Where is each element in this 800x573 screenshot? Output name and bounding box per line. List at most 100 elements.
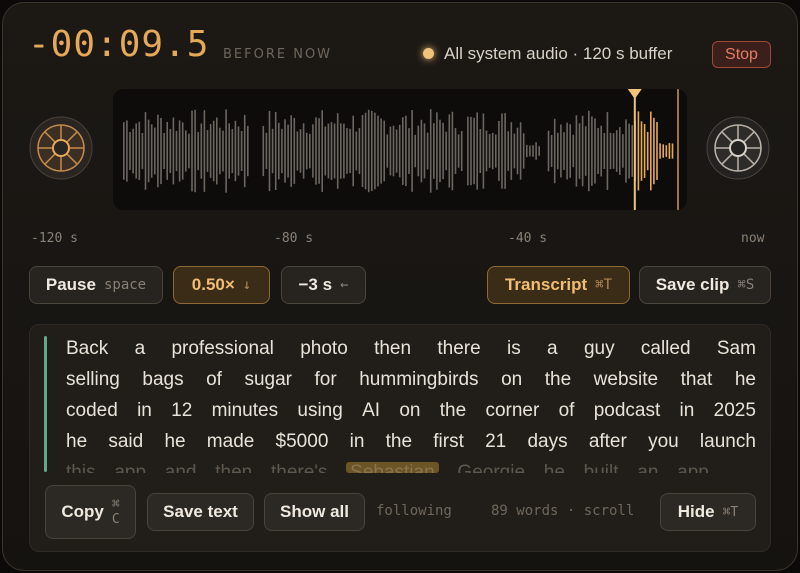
waveform-bar — [262, 125, 265, 177]
transcript-word: using — [297, 400, 343, 421]
transcript-word: this — [66, 462, 96, 473]
waveform-bar — [414, 134, 416, 168]
waveform-bar — [185, 130, 187, 172]
waveform-bar — [665, 145, 668, 157]
waveform-bar — [293, 118, 296, 184]
speed-button[interactable]: 0.50× ↓ — [173, 266, 270, 304]
waveform-bar — [135, 123, 137, 179]
transcript-word: a — [134, 338, 146, 359]
waveform-bar — [625, 119, 627, 183]
playhead[interactable] — [633, 97, 636, 210]
waveform-bar — [333, 123, 336, 179]
transcript-word: sugar — [244, 369, 293, 390]
jog-wheel-left-icon[interactable] — [29, 116, 93, 180]
hide-button[interactable]: Hide ⌘T — [660, 493, 756, 531]
transcript-line: selling bags of sugar for hummingbirds on the we… — [66, 369, 756, 391]
transcript-word: 12 — [171, 400, 193, 421]
pause-shortcut: space — [103, 277, 147, 293]
waveform-bar — [578, 123, 581, 179]
waveform-bar — [436, 112, 438, 190]
stop-button[interactable]: Stop — [712, 41, 771, 68]
transcript-word: $5000 — [275, 431, 329, 452]
waveform-bar — [302, 123, 305, 179]
waveform-bar — [491, 132, 494, 170]
speed-label: 0.50× — [191, 275, 235, 294]
show-all-button[interactable]: Show all — [264, 493, 365, 531]
waveform-bar — [237, 126, 240, 176]
waveform-bar — [178, 120, 181, 182]
waveform-bar — [615, 130, 618, 172]
waveform-bar — [361, 115, 364, 187]
transcript-word: in — [679, 400, 695, 421]
transcript-button[interactable]: Transcript ⌘T — [487, 266, 630, 304]
waveform-bar — [265, 132, 268, 169]
save-text-button[interactable]: Save text — [147, 493, 254, 531]
waveform-bar — [402, 117, 404, 185]
playhead-handle-icon[interactable] — [627, 89, 642, 99]
waveform-bar — [420, 119, 423, 183]
pause-button[interactable]: Pause space — [29, 266, 163, 304]
waveform-bar — [606, 112, 609, 190]
waveform-bar — [355, 131, 358, 171]
waveform-bar — [157, 114, 159, 188]
transcript-word: Sam — [716, 338, 756, 359]
waveform[interactable] — [113, 89, 687, 210]
transcript-word: built — [583, 462, 619, 473]
transcript-word: AI — [362, 400, 381, 421]
waveform-bar — [181, 122, 184, 180]
waveform-bar — [278, 122, 280, 180]
transcript-word: selling — [66, 369, 120, 390]
copy-button[interactable]: Copy ⌘ C — [45, 485, 136, 539]
transcript-word: the — [385, 431, 413, 452]
waveform-bar — [240, 131, 243, 171]
hide-label: Hide — [677, 502, 715, 521]
transcript-word: 21 — [485, 431, 507, 452]
waveform-bar — [532, 145, 534, 157]
arrow-left-icon: ← — [340, 277, 349, 293]
jog-wheel-right-icon[interactable] — [706, 116, 770, 180]
waveform-bar — [479, 129, 482, 173]
waveform-bar — [600, 125, 602, 177]
arrow-down-icon: ↓ — [242, 277, 252, 293]
transcript-word: made — [206, 431, 255, 452]
transcript-word: guy — [583, 338, 615, 359]
waveform-bar — [197, 131, 199, 171]
waveform-bar — [367, 109, 370, 193]
waveform-bar — [374, 112, 376, 190]
skip-back-label: −3 s — [298, 275, 333, 294]
waveform-bar — [352, 115, 354, 187]
waveform-bars — [123, 89, 679, 210]
save-clip-button[interactable]: Save clip ⌘S — [639, 266, 771, 304]
waveform-bar — [154, 127, 156, 175]
waveform-bar — [442, 122, 444, 180]
transcript-word: hummingbirds — [359, 369, 479, 390]
waveform-bar — [194, 109, 196, 193]
waveform-bar — [163, 133, 165, 169]
hide-shortcut: ⌘T — [722, 504, 739, 520]
copy-shortcut-modifier: ⌘ — [111, 497, 120, 512]
transcript-word: he — [66, 431, 88, 452]
waveform-bar — [485, 130, 488, 172]
waveform-bar — [526, 144, 528, 158]
waveform-bar — [650, 111, 652, 191]
waveform-bar — [395, 129, 398, 173]
waveform-bar — [426, 132, 429, 170]
transcript-word: for — [314, 369, 337, 390]
waveform-bar — [535, 142, 537, 160]
recording-indicator-icon — [423, 48, 434, 59]
waveform-bar — [160, 117, 162, 185]
waveform-bar — [445, 131, 447, 171]
waveform-bar — [141, 133, 144, 170]
transcript-word: launch — [699, 431, 756, 452]
waveform-bar — [498, 121, 500, 181]
waveform-bar — [448, 114, 451, 188]
transcript-word: professional — [171, 338, 274, 359]
waveform-bar — [460, 131, 463, 171]
waveform-bar — [631, 125, 633, 177]
waveform-bar — [417, 125, 420, 177]
waveform-bar — [247, 125, 249, 177]
waveform-bar — [206, 130, 209, 172]
transcript-word: app — [677, 462, 709, 473]
waveform-bar — [513, 133, 516, 169]
skip-back-button[interactable]: −3 s ← — [281, 266, 366, 304]
